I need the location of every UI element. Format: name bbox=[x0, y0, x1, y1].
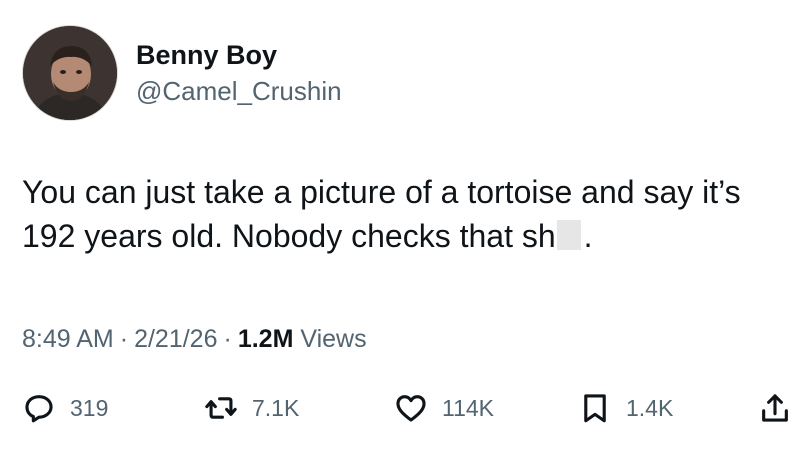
like-count: 114K bbox=[442, 394, 495, 421]
reply-count: 319 bbox=[70, 394, 109, 421]
display-name[interactable]: Benny Boy bbox=[136, 39, 342, 71]
avatar-photo bbox=[23, 26, 117, 120]
author-names: Benny Boy @Camel_Crushin bbox=[136, 39, 342, 107]
tweet-date[interactable]: 2/21/26 bbox=[134, 325, 217, 353]
meta-separator: · bbox=[119, 325, 129, 353]
views-label: Views bbox=[300, 325, 367, 353]
meta-separator: · bbox=[223, 325, 232, 353]
reply-button[interactable]: 319 bbox=[22, 388, 108, 428]
repost-icon bbox=[205, 397, 237, 419]
tweet-header: Benny Boy @Camel_Crushin bbox=[22, 24, 342, 122]
like-icon bbox=[396, 395, 426, 422]
redaction-box bbox=[556, 220, 581, 250]
tweet-meta: 8:49 AM · 2/21/26 · 1.2M Views bbox=[22, 325, 367, 354]
user-handle[interactable]: @Camel_Crushin bbox=[136, 75, 342, 107]
views-count: 1.2M bbox=[237, 325, 294, 353]
tweet-text-part-1: You can just take a picture of a tortois… bbox=[22, 174, 741, 254]
reply-icon bbox=[25, 395, 53, 423]
repost-button[interactable]: 7.1K bbox=[204, 388, 299, 428]
share-button[interactable] bbox=[758, 388, 800, 428]
share-icon bbox=[762, 394, 788, 422]
like-button[interactable]: 114K bbox=[394, 388, 494, 428]
bookmark-icon bbox=[584, 394, 606, 423]
avatar[interactable] bbox=[22, 25, 118, 121]
tweet-text: You can just take a picture of a tortois… bbox=[22, 170, 792, 258]
tweet-text-part-2: . bbox=[583, 218, 593, 254]
bookmark-count: 1.4K bbox=[626, 394, 674, 421]
action-bar: 319 7.1K 114K 1.4K bbox=[22, 388, 800, 428]
bookmark-button[interactable]: 1.4K bbox=[578, 388, 673, 428]
tweet-time[interactable]: 8:49 AM bbox=[22, 325, 114, 353]
repost-count: 7.1K bbox=[252, 394, 300, 421]
